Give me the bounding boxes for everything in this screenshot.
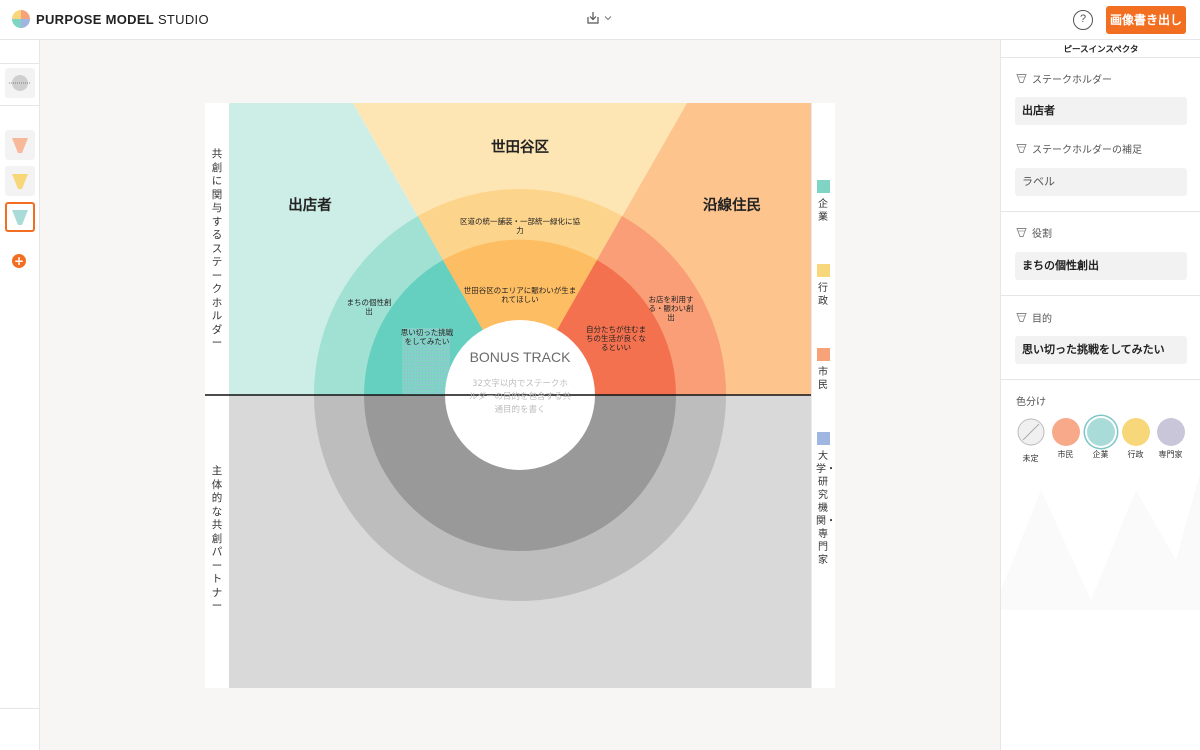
brand-bold: PURPOSE MODEL: [36, 11, 155, 27]
inner-text-center: 世田谷区のエリアに賑わいが生まれてほしい: [463, 286, 577, 304]
download-button[interactable]: [586, 11, 612, 25]
role-input[interactable]: まちの個性創出: [1015, 252, 1187, 280]
add-piece-button[interactable]: +: [12, 254, 26, 268]
sector-title-center: 世田谷区: [491, 140, 549, 156]
piece-thumbnail-shimin[interactable]: [5, 130, 35, 160]
chevron-down-icon: [604, 16, 612, 21]
color-picker: 未定 市民 企業 行政 専門家: [1016, 418, 1185, 464]
piece-icon: [1016, 228, 1027, 237]
color-swatch: [1051, 418, 1080, 446]
legend-swatch: [816, 180, 830, 193]
color-option-shimin[interactable]: 市民: [1051, 418, 1080, 464]
legend-label: 行政: [818, 283, 828, 307]
legend-swatch: [816, 264, 830, 277]
left-label-bottom: 主体的な共創パートナー: [211, 465, 223, 612]
app-logo: PURPOSE MODEL STUDIO: [12, 10, 209, 28]
stakeholder-input[interactable]: 出店者: [1015, 97, 1187, 125]
legend-swatch: [816, 432, 830, 445]
color-swatch: [1156, 418, 1185, 446]
legend-label: 市民: [818, 367, 828, 391]
left-sidebar: +: [0, 40, 40, 750]
legend-item-gyosei: 行政: [816, 264, 830, 308]
outer-text-center: 区道の統一舗装・一部統一緑化に協力: [460, 217, 580, 235]
overview-icon: [9, 75, 31, 91]
piece-thumbnail-kigyo[interactable]: [5, 202, 35, 232]
legend-item-shimin: 市民: [816, 348, 830, 392]
legend-label: 大学・研究機関・専門家: [816, 451, 836, 566]
brand-light: STUDIO: [157, 11, 209, 27]
outer-text-left: まちの個性創出: [346, 298, 392, 316]
inner-text-right: 自分たちが住むまちの生活が良くなるといい: [586, 325, 646, 352]
sector-title-right: 沿線住民: [703, 198, 761, 214]
color-swatch-selected: [1086, 418, 1115, 446]
outer-text-right: お店を利用する・賑わい創出: [648, 295, 694, 322]
purpose-label: 目的: [1016, 310, 1052, 325]
supplement-label: ステークホルダーの補足: [1016, 141, 1142, 156]
legend-item-senmonka: 大学・研究機関・専門家: [816, 432, 836, 567]
color-option-kigyo[interactable]: 企業: [1086, 418, 1115, 464]
help-button[interactable]: ?: [1073, 10, 1093, 30]
bonus-track-title: BONUS TRACK: [469, 349, 571, 365]
legend-label: 企業: [818, 199, 828, 223]
inner-text-left: 思い切った挑戦をしてみたい: [400, 328, 454, 346]
piece-gyosei-icon: [12, 174, 28, 189]
role-label: 役割: [1016, 225, 1052, 240]
piece-shimin-icon: [12, 138, 28, 153]
piece-thumbnail-gyosei[interactable]: [5, 166, 35, 196]
bonus-track-description: 32文字以内でステークホルダーの目的を包含する共通目的を書く: [469, 379, 572, 415]
logo-mark-icon: [12, 10, 30, 28]
purpose-input[interactable]: 思い切った挑戦をしてみたい: [1015, 336, 1187, 364]
stakeholder-label: ステークホルダー: [1016, 71, 1112, 86]
legend-item-kigyo: 企業: [816, 180, 830, 224]
purpose-model-canvas: 共創に関与するステークホルダー 主体的な共創パートナー 出店者 世田谷区 沿線住…: [205, 103, 836, 688]
export-image-button[interactable]: 画像書き出し: [1106, 6, 1186, 34]
legend-swatch: [816, 348, 830, 361]
left-label-top: 共創に関与するステークホルダー: [211, 148, 223, 349]
color-option-gyosei[interactable]: 行政: [1121, 418, 1150, 464]
color-label: 色分け: [1016, 397, 1046, 408]
inspector-title: ピースインスペクタ: [1063, 45, 1139, 55]
piece-icon: [1016, 74, 1027, 83]
sector-title-left: 出店者: [288, 198, 332, 214]
color-option-mitei[interactable]: 未定: [1016, 418, 1045, 464]
piece-icon: [1016, 144, 1027, 153]
piece-inspector-panel: ピースインスペクタ ステークホルダー 出店者 ステークホルダーの補足 ラベル 役…: [1000, 40, 1200, 750]
download-icon: [587, 12, 599, 24]
color-swatch: [1121, 418, 1150, 446]
supplement-input[interactable]: ラベル: [1015, 168, 1187, 196]
piece-kigyo-icon: [12, 210, 28, 225]
top-bar: PURPOSE MODEL STUDIO ? 画像書き出し: [0, 0, 1200, 40]
piece-icon: [1016, 313, 1027, 322]
color-option-senmonka[interactable]: 専門家: [1156, 418, 1185, 464]
decorative-background: [1001, 473, 1200, 610]
color-swatch-undecided: [1017, 418, 1044, 446]
overview-thumbnail[interactable]: [5, 68, 35, 98]
